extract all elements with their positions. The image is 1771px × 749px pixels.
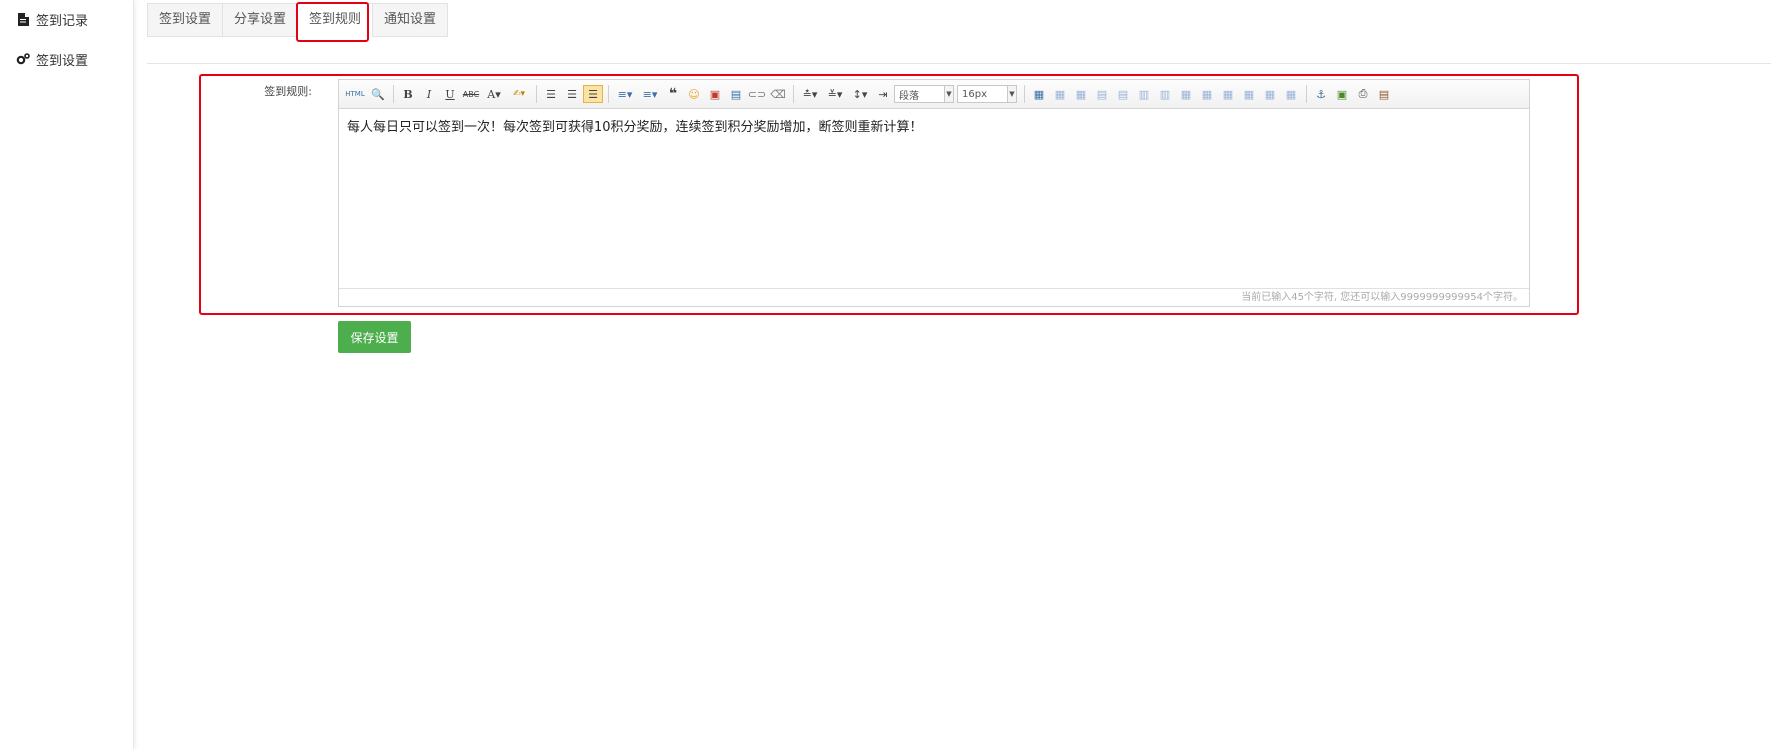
ordered-list-icon[interactable]: ≡▾ (613, 85, 637, 103)
toolbar-separator (1024, 85, 1025, 103)
unordered-list-icon[interactable]: ≡▾ (638, 85, 662, 103)
fontsize-select[interactable]: 16px ▼ (957, 85, 1017, 103)
eraser-icon[interactable]: ⌫ (768, 85, 788, 103)
rule-label: 签到规则: (264, 85, 312, 98)
bold-icon[interactable]: B (398, 85, 418, 103)
source-html-button[interactable]: HTML (343, 85, 367, 103)
save-settings-button[interactable]: 保存设置 (338, 321, 411, 353)
delete-col-icon[interactable]: ▥ (1155, 85, 1175, 103)
rich-text-editor: HTML 🔍 B I U ABC A▾ ✍▾ ☰ ☰ ☰ ≡▾ ≡▾ ❝ ☺ ▣… (338, 79, 1530, 307)
insert-paragraph-before-table-icon[interactable]: ▦ (1071, 85, 1091, 103)
toolbar-separator (1306, 85, 1307, 103)
toolbar-separator (793, 85, 794, 103)
fontsize-select-value: 16px (962, 88, 987, 100)
print-icon[interactable]: ⎙ (1353, 85, 1373, 103)
highlight-color-icon[interactable]: ✍▾ (507, 85, 531, 103)
paragraph-select-value: 段落 (899, 90, 919, 102)
row-spacing-bottom-icon[interactable]: ≚▾ (823, 85, 847, 103)
line-height-icon[interactable]: ↕▾ (848, 85, 872, 103)
split-cols-icon[interactable]: ▦ (1281, 85, 1301, 103)
sidebar-item-label: 签到设置 (36, 53, 89, 69)
blockquote-icon[interactable]: ❝ (663, 85, 683, 103)
sidebar-item-sign-settings[interactable]: 签到设置 (16, 48, 88, 70)
underline-icon[interactable]: U (440, 85, 460, 103)
editor-word-count: 当前已输入45个字符, 您还可以输入9999999999954个字符。 (339, 288, 1529, 306)
indent-icon[interactable]: ⇥ (873, 85, 893, 103)
tab-highlight-box (296, 2, 369, 42)
paste-icon[interactable]: ▤ (1374, 85, 1394, 103)
sidebar-item-sign-records[interactable]: 签到记录 (16, 8, 88, 30)
toolbar-separator (608, 85, 609, 103)
insert-row-icon[interactable]: ▤ (1092, 85, 1112, 103)
image-icon[interactable]: ▣ (705, 85, 725, 103)
anchor-icon[interactable]: ⚓ (1311, 85, 1331, 103)
toolbar-separator (536, 85, 537, 103)
delete-row-icon[interactable]: ▤ (1113, 85, 1133, 103)
emoticon-icon[interactable]: ☺ (684, 85, 704, 103)
sidebar-item-label: 签到记录 (36, 13, 89, 29)
font-color-icon[interactable]: A▾ (482, 85, 506, 103)
tab-share-settings[interactable]: 分享设置 (222, 3, 299, 37)
merge-cells-icon[interactable]: ▦ (1176, 85, 1196, 103)
editor-content[interactable]: 每人每日只可以签到一次！每次签到可获得10积分奖励，连续签到积分奖励增加，断签则… (347, 116, 1521, 135)
toolbar-separator (393, 85, 394, 103)
tab-notify-settings[interactable]: 通知设置 (372, 3, 449, 37)
insert-col-icon[interactable]: ▥ (1134, 85, 1154, 103)
editor-toolbar: HTML 🔍 B I U ABC A▾ ✍▾ ☰ ☰ ☰ ≡▾ ≡▾ ❝ ☺ ▣… (339, 80, 1529, 109)
align-center-icon[interactable]: ☰ (562, 85, 582, 103)
preview-icon[interactable]: 🔍 (368, 85, 388, 103)
align-right-icon[interactable]: ☰ (583, 85, 603, 103)
gears-icon (16, 52, 30, 66)
italic-icon[interactable]: I (419, 85, 439, 103)
merge-down-icon[interactable]: ▦ (1218, 85, 1238, 103)
divider (147, 63, 1771, 64)
split-rows-icon[interactable]: ▦ (1260, 85, 1280, 103)
sidebar: 签到记录 签到设置 (0, 0, 134, 749)
chevron-down-icon: ▼ (944, 86, 953, 102)
file-icon (16, 12, 30, 26)
link-icon[interactable]: ⊂⊃ (747, 85, 767, 103)
row-spacing-top-icon[interactable]: ≛▾ (798, 85, 822, 103)
split-cells-icon[interactable]: ▦ (1239, 85, 1259, 103)
strikethrough-icon[interactable]: ABC (461, 85, 481, 103)
chevron-down-icon: ▼ (1007, 86, 1016, 102)
align-left-icon[interactable]: ☰ (541, 85, 561, 103)
delete-table-icon[interactable]: ▦ (1050, 85, 1070, 103)
merge-right-icon[interactable]: ▦ (1197, 85, 1217, 103)
paragraph-select[interactable]: 段落 ▼ (894, 85, 954, 103)
insert-table-icon[interactable]: ▦ (1029, 85, 1049, 103)
tab-sign-settings[interactable]: 签到设置 (147, 3, 224, 37)
video-icon[interactable]: ▤ (726, 85, 746, 103)
insert-image-icon[interactable]: ▣ (1332, 85, 1352, 103)
